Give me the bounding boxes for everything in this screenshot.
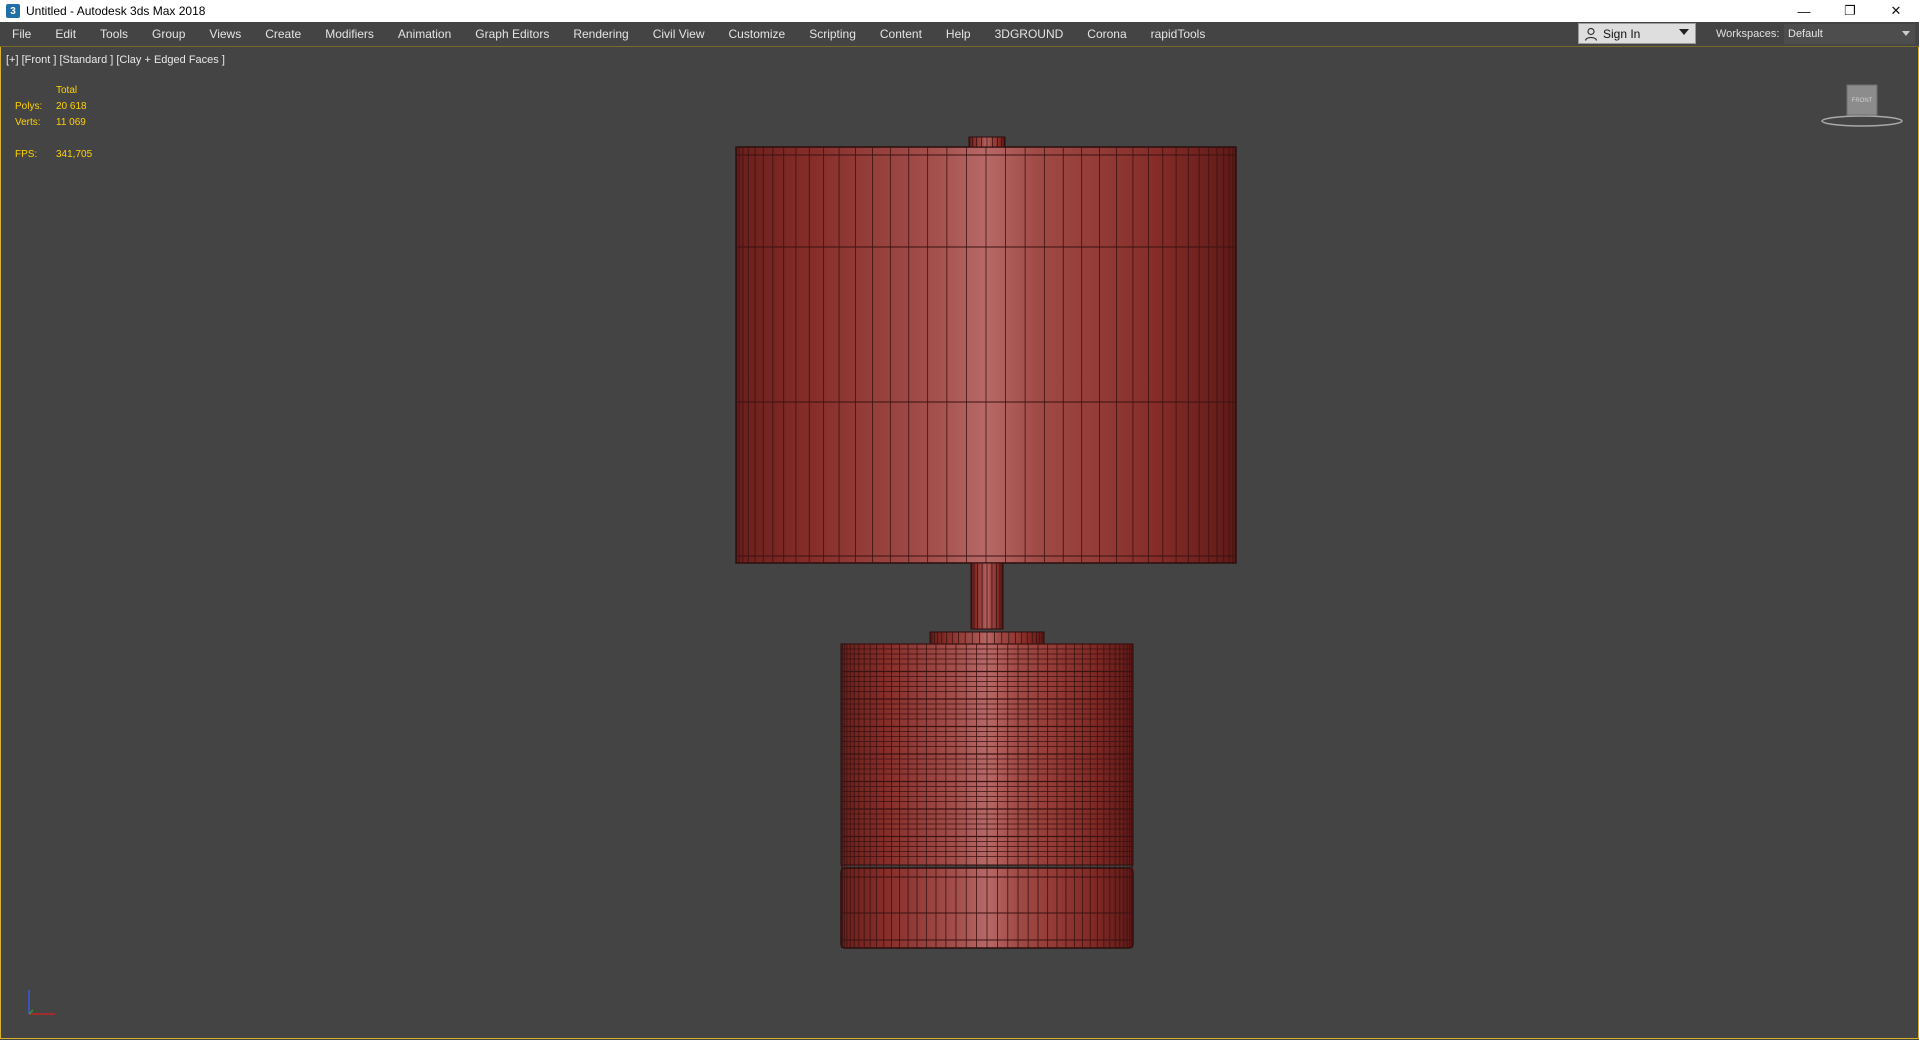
menu-rapidtools[interactable]: rapidTools: [1139, 22, 1218, 46]
menu-modifiers[interactable]: Modifiers: [313, 22, 386, 46]
menu-group[interactable]: Group: [140, 22, 197, 46]
restore-icon[interactable]: ❐: [1827, 0, 1873, 22]
menu-views[interactable]: Views: [197, 22, 253, 46]
axis-tripod-icon: [28, 990, 55, 1015]
window-controls: — ❐ ✕: [1781, 0, 1919, 22]
app-icon[interactable]: 3: [6, 4, 20, 18]
workspaces-label: Workspaces:: [1716, 28, 1780, 40]
window-title: Untitled - Autodesk 3ds Max 2018: [26, 4, 206, 18]
lamp-shade[interactable]: [735, 146, 1237, 564]
lamp-base[interactable]: [840, 643, 1134, 949]
lamp-top-finial[interactable]: [968, 136, 1006, 148]
menu-3dground[interactable]: 3DGROUND: [983, 22, 1076, 46]
lamp-stem[interactable]: [929, 562, 1045, 645]
front-viewport[interactable]: [+] [Front ] [Standard ] [Clay + Edged F…: [0, 47, 1919, 1039]
menu-corona[interactable]: Corona: [1075, 22, 1138, 46]
menu-edit[interactable]: Edit: [43, 22, 88, 46]
menu-content[interactable]: Content: [868, 22, 934, 46]
workspaces-value: Default: [1788, 28, 1823, 40]
menu-graph-editors[interactable]: Graph Editors: [463, 22, 561, 46]
close-icon[interactable]: ✕: [1873, 0, 1919, 22]
menu-animation[interactable]: Animation: [386, 22, 463, 46]
menu-rendering[interactable]: Rendering: [561, 22, 640, 46]
menu-civil-view[interactable]: Civil View: [641, 22, 717, 46]
menu-create[interactable]: Create: [253, 22, 313, 46]
menu-customize[interactable]: Customize: [717, 22, 798, 46]
menu-tools[interactable]: Tools: [88, 22, 140, 46]
title-bar: 3 Untitled - Autodesk 3ds Max 2018 — ❐ ✕: [0, 0, 1919, 22]
lamp-model[interactable]: [1, 47, 1918, 1038]
sign-in-label: Sign In: [1603, 26, 1641, 41]
menu-scripting[interactable]: Scripting: [797, 22, 868, 46]
sign-in-button[interactable]: Sign In: [1578, 23, 1696, 44]
minimize-icon[interactable]: —: [1781, 0, 1827, 22]
chevron-down-icon: [1902, 31, 1910, 36]
chevron-down-icon[interactable]: [1679, 29, 1689, 35]
menu-help[interactable]: Help: [934, 22, 983, 46]
menu-file[interactable]: File: [0, 22, 43, 46]
user-icon: [1584, 27, 1598, 41]
workspaces-select[interactable]: Default: [1784, 24, 1915, 44]
